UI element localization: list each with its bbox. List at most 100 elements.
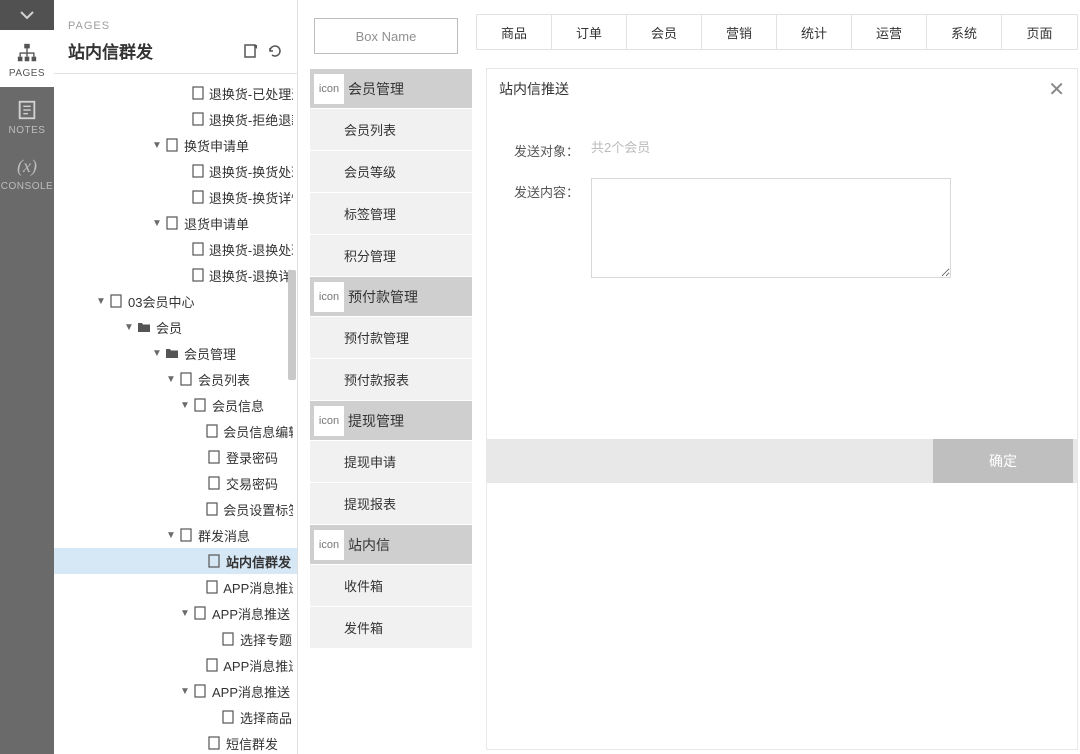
pages-scrollbar[interactable]: [287, 70, 297, 754]
caret-icon: ▼: [166, 530, 176, 541]
rail-item-notes[interactable]: NOTES: [0, 87, 54, 144]
rail-item-label: PAGES: [9, 68, 45, 79]
tree-item[interactable]: 站内信群发: [54, 548, 297, 574]
tree-item[interactable]: 退换货-已处理退: [54, 80, 297, 106]
tree-item-label: 退换货-换货详情: [209, 188, 293, 207]
tree-item-label: APP消息推送: [223, 578, 293, 597]
topnav-tab[interactable]: 商品: [477, 15, 552, 49]
tree-item[interactable]: ▼会员列表: [54, 366, 297, 392]
sidemenu-group-header[interactable]: icon提现管理: [310, 400, 472, 440]
sidemenu-sub-item[interactable]: 收件箱: [310, 564, 472, 606]
menu-group-icon: icon: [314, 530, 344, 560]
close-icon[interactable]: ✕: [1048, 77, 1065, 102]
rail-item-console[interactable]: (x) CONSOLE: [0, 144, 54, 200]
sidemenu-sub-item[interactable]: 预付款报表: [310, 358, 472, 400]
tree-item[interactable]: 会员设置标签: [54, 496, 297, 522]
caret-icon: ▼: [152, 140, 162, 151]
tree-item[interactable]: 退换货-换货处理: [54, 158, 297, 184]
menu-group-title: 站内信: [348, 535, 390, 555]
topnav-tab[interactable]: 订单: [552, 15, 627, 49]
topnav-tab[interactable]: 会员: [627, 15, 702, 49]
topnav-tab[interactable]: 页面: [1002, 15, 1077, 49]
box-name-placeholder[interactable]: Box Name: [314, 18, 458, 54]
tree-item-label: 选择商品: [240, 708, 292, 727]
tree-item-label: 登录密码: [226, 448, 278, 467]
sidemenu-sub-item[interactable]: 会员等级: [310, 150, 472, 192]
tree-item[interactable]: 交易密码: [54, 470, 297, 496]
page-icon: [192, 398, 208, 412]
sidemenu-sub-item[interactable]: 标签管理: [310, 192, 472, 234]
page-icon: [205, 424, 219, 438]
tree-item-label: 退换货-退换详情: [209, 266, 293, 285]
tree-item[interactable]: APP消息推送: [54, 652, 297, 678]
caret-icon: ▼: [166, 374, 176, 385]
tree-item[interactable]: 会员信息编辑: [54, 418, 297, 444]
caret-icon: ▼: [96, 296, 106, 307]
page-icon: [164, 138, 180, 152]
tree-item-label: 交易密码: [226, 474, 278, 493]
page-icon: [205, 658, 219, 672]
tree-item-label: 短信群发: [226, 734, 278, 753]
content-textarea[interactable]: [591, 178, 951, 278]
sidemenu-group-header[interactable]: icon会员管理: [310, 68, 472, 108]
tree-item[interactable]: ▼换货申请单: [54, 132, 297, 158]
sidemenu-group-header[interactable]: icon站内信: [310, 524, 472, 564]
page-icon: [191, 190, 205, 204]
page-icon: [220, 710, 236, 724]
topnav-tab[interactable]: 系统: [927, 15, 1002, 49]
sidemenu-sub-item[interactable]: 提现申请: [310, 440, 472, 482]
page-icon: [191, 242, 205, 256]
tree-item[interactable]: ▼ 群发消息: [54, 522, 297, 548]
tree-item[interactable]: 选择商品: [54, 704, 297, 730]
folder-icon: [136, 321, 152, 333]
page-icon: [220, 632, 236, 646]
page-icon: [178, 372, 194, 386]
tree-item[interactable]: 退换货-退换详情: [54, 262, 297, 288]
tree-item[interactable]: 退换货-换货详情: [54, 184, 297, 210]
topnav-tab[interactable]: 统计: [777, 15, 852, 49]
tree-item[interactable]: 退换货-拒绝退款: [54, 106, 297, 132]
tree-item[interactable]: 退换货-退换处理: [54, 236, 297, 262]
tree-item[interactable]: ▼APP消息推送: [54, 678, 297, 704]
refresh-icon[interactable]: [267, 43, 283, 59]
sidemenu-sub-item[interactable]: 提现报表: [310, 482, 472, 524]
tree-item-label: 会员管理: [184, 344, 236, 363]
tree-item[interactable]: APP消息推送: [54, 574, 297, 600]
tree-item[interactable]: ▼会员管理: [54, 340, 297, 366]
sidemenu-sub-item[interactable]: 积分管理: [310, 234, 472, 276]
page-icon: [191, 268, 205, 282]
tree-item-label: 群发消息: [198, 526, 250, 545]
tree-item-label: 站内信群发: [226, 552, 291, 571]
tree-item-label: APP消息推送: [212, 604, 290, 623]
tree-item-label: 退换货-已处理退: [209, 84, 293, 103]
tree-item[interactable]: ▼03会员中心: [54, 288, 297, 314]
sidemenu-sub-item[interactable]: 会员列表: [310, 108, 472, 150]
sidemenu-group-header[interactable]: icon预付款管理: [310, 276, 472, 316]
tree-item[interactable]: ▼会员: [54, 314, 297, 340]
tree-item[interactable]: 登录密码: [54, 444, 297, 470]
topnav-tab[interactable]: 营销: [702, 15, 777, 49]
page-icon: [192, 684, 208, 698]
notes-icon: [16, 99, 38, 121]
sidemenu-sub-item[interactable]: 预付款管理: [310, 316, 472, 358]
menu-group-title: 预付款管理: [348, 287, 418, 307]
page-icon: [164, 216, 180, 230]
topnav-tab[interactable]: 运营: [852, 15, 927, 49]
export-icon[interactable]: [243, 43, 259, 59]
tree-item-label: 退货申请单: [184, 214, 249, 233]
page-icon: [206, 554, 222, 568]
rail-item-label: CONSOLE: [1, 181, 53, 192]
ok-button[interactable]: 确定: [933, 439, 1073, 483]
rail-item-pages[interactable]: PAGES: [0, 30, 54, 87]
fx-icon: (x): [17, 156, 37, 177]
tree-item[interactable]: ▼ APP消息推送: [54, 600, 297, 626]
tree-item[interactable]: ▼退货申请单: [54, 210, 297, 236]
tree-item[interactable]: ▼会员信息: [54, 392, 297, 418]
sidemenu-sub-item[interactable]: 发件箱: [310, 606, 472, 648]
page-icon: [178, 528, 194, 542]
caret-icon: ▼: [180, 608, 190, 619]
rail-collapse-button[interactable]: [0, 0, 54, 30]
menu-group-icon: icon: [314, 406, 344, 436]
tree-item[interactable]: 短信群发: [54, 730, 297, 754]
tree-item[interactable]: 选择专题: [54, 626, 297, 652]
